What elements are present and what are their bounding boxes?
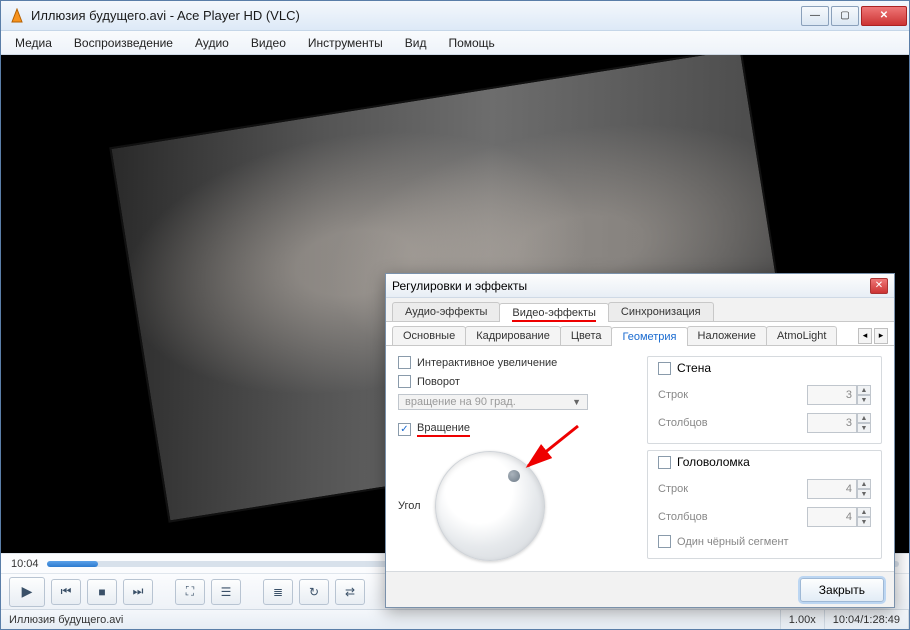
rotate-checkbox[interactable] [398, 375, 411, 388]
dialog-title: Регулировки и эффекты [392, 279, 870, 293]
wall-title: Стена [677, 361, 711, 375]
puzzle-group: Головоломка Строк ▲▼ Столбцов ▲▼ [647, 450, 882, 559]
loop-button[interactable]: ↻ [299, 579, 329, 605]
subtab-colors[interactable]: Цвета [560, 326, 613, 345]
subtab-atmolight[interactable]: AtmoLight [766, 326, 838, 345]
subtab-basic[interactable]: Основные [392, 326, 466, 345]
spin-down-icon[interactable]: ▼ [857, 489, 871, 499]
black-segment-checkbox[interactable] [658, 535, 671, 548]
prev-button[interactable]: ⏮ [51, 579, 81, 605]
menu-audio[interactable]: Аудио [185, 33, 239, 53]
puzzle-rows-spinner[interactable]: ▲▼ [807, 479, 871, 499]
subtab-scroll-left[interactable]: ◂ [858, 328, 872, 344]
subtab-crop[interactable]: Кадрирование [465, 326, 561, 345]
wall-group: Стена Строк ▲▼ Столбцов ▲▼ [647, 356, 882, 444]
puzzle-rows-label: Строк [658, 483, 688, 495]
main-tabs: Аудио-эффекты Видео-эффекты Синхронизаци… [386, 298, 894, 322]
angle-label: Угол [398, 500, 421, 512]
spin-down-icon[interactable]: ▼ [857, 517, 871, 527]
chevron-down-icon: ▼ [572, 397, 581, 407]
dialog-body: Интерактивное увеличение Поворот вращени… [386, 346, 894, 571]
dialog-titlebar[interactable]: Регулировки и эффекты ✕ [386, 274, 894, 298]
puzzle-cols-spinner[interactable]: ▲▼ [807, 507, 871, 527]
dialog-footer: Закрыть [386, 571, 894, 607]
tab-audio-effects[interactable]: Аудио-эффекты [392, 302, 500, 321]
menu-view[interactable]: Вид [395, 33, 437, 53]
play-button[interactable]: ▶ [9, 577, 45, 607]
spin-down-icon[interactable]: ▼ [857, 423, 871, 433]
dialog-close-icon[interactable]: ✕ [870, 278, 888, 294]
titlebar: Иллюзия будущего.avi - Ace Player HD (VL… [1, 1, 909, 31]
next-button[interactable]: ⏭ [123, 579, 153, 605]
wall-cols-value[interactable] [807, 413, 857, 433]
stop-button[interactable]: ■ [87, 579, 117, 605]
rotate-combo[interactable]: вращение на 90 град. ▼ [398, 394, 588, 410]
spin-label: Вращение [417, 422, 470, 437]
puzzle-cols-label: Столбцов [658, 511, 708, 523]
close-button[interactable]: ✕ [861, 6, 907, 26]
dial-indicator [508, 470, 520, 482]
puzzle-rows-value[interactable] [807, 479, 857, 499]
menu-help[interactable]: Помощь [438, 33, 504, 53]
spin-up-icon[interactable]: ▲ [857, 413, 871, 423]
menu-video[interactable]: Видео [241, 33, 296, 53]
seek-current-time: 10:04 [11, 558, 39, 570]
app-icon [9, 8, 25, 24]
spin-up-icon[interactable]: ▲ [857, 385, 871, 395]
window-title: Иллюзия будущего.avi - Ace Player HD (VL… [31, 8, 801, 23]
menu-playback[interactable]: Воспроизведение [64, 33, 183, 53]
extended-settings-button[interactable]: ☰ [211, 579, 241, 605]
puzzle-cols-value[interactable] [807, 507, 857, 527]
statusbar: Иллюзия будущего.avi 1.00x 10:04/1:28:49 [1, 609, 909, 629]
geometry-left-column: Интерактивное увеличение Поворот вращени… [398, 356, 633, 561]
spin-checkbox[interactable] [398, 423, 411, 436]
tab-video-effects[interactable]: Видео-эффекты [499, 303, 609, 322]
menu-media[interactable]: Медиа [5, 33, 62, 53]
shuffle-button[interactable]: ⇄ [335, 579, 365, 605]
geometry-right-column: Стена Строк ▲▼ Столбцов ▲▼ [647, 356, 882, 561]
angle-dial[interactable] [435, 451, 545, 561]
menubar: Медиа Воспроизведение Аудио Видео Инстру… [1, 31, 909, 55]
maximize-button[interactable]: ▢ [831, 6, 859, 26]
spin-down-icon[interactable]: ▼ [857, 395, 871, 405]
status-file: Иллюзия будущего.avi [1, 610, 781, 629]
subtab-geometry[interactable]: Геометрия [611, 327, 687, 346]
spin-up-icon[interactable]: ▲ [857, 479, 871, 489]
sub-tabs: Основные Кадрирование Цвета Геометрия На… [386, 322, 894, 346]
wall-checkbox[interactable] [658, 362, 671, 375]
puzzle-title: Головоломка [677, 455, 750, 469]
puzzle-checkbox[interactable] [658, 456, 671, 469]
status-time: 10:04/1:28:49 [825, 610, 909, 629]
wall-cols-spinner[interactable]: ▲▼ [807, 413, 871, 433]
wall-rows-label: Строк [658, 389, 688, 401]
interactive-zoom-label: Интерактивное увеличение [417, 357, 557, 369]
rotate-combo-value: вращение на 90 град. [405, 396, 516, 408]
black-segment-label: Один чёрный сегмент [677, 536, 789, 548]
dialog-close-button[interactable]: Закрыть [800, 578, 884, 602]
playlist-button[interactable]: ≣ [263, 579, 293, 605]
wall-rows-spinner[interactable]: ▲▼ [807, 385, 871, 405]
spin-up-icon[interactable]: ▲ [857, 507, 871, 517]
interactive-zoom-checkbox[interactable] [398, 356, 411, 369]
tab-sync[interactable]: Синхронизация [608, 302, 714, 321]
wall-rows-value[interactable] [807, 385, 857, 405]
subtab-scroll-right[interactable]: ▸ [874, 328, 888, 344]
fullscreen-button[interactable]: ⛶ [175, 579, 205, 605]
effects-dialog: Регулировки и эффекты ✕ Аудио-эффекты Ви… [385, 273, 895, 608]
subtab-overlay[interactable]: Наложение [687, 326, 767, 345]
status-speed[interactable]: 1.00x [781, 610, 825, 629]
minimize-button[interactable]: — [801, 6, 829, 26]
menu-tools[interactable]: Инструменты [298, 33, 393, 53]
wall-cols-label: Столбцов [658, 417, 708, 429]
rotate-label: Поворот [417, 376, 460, 388]
